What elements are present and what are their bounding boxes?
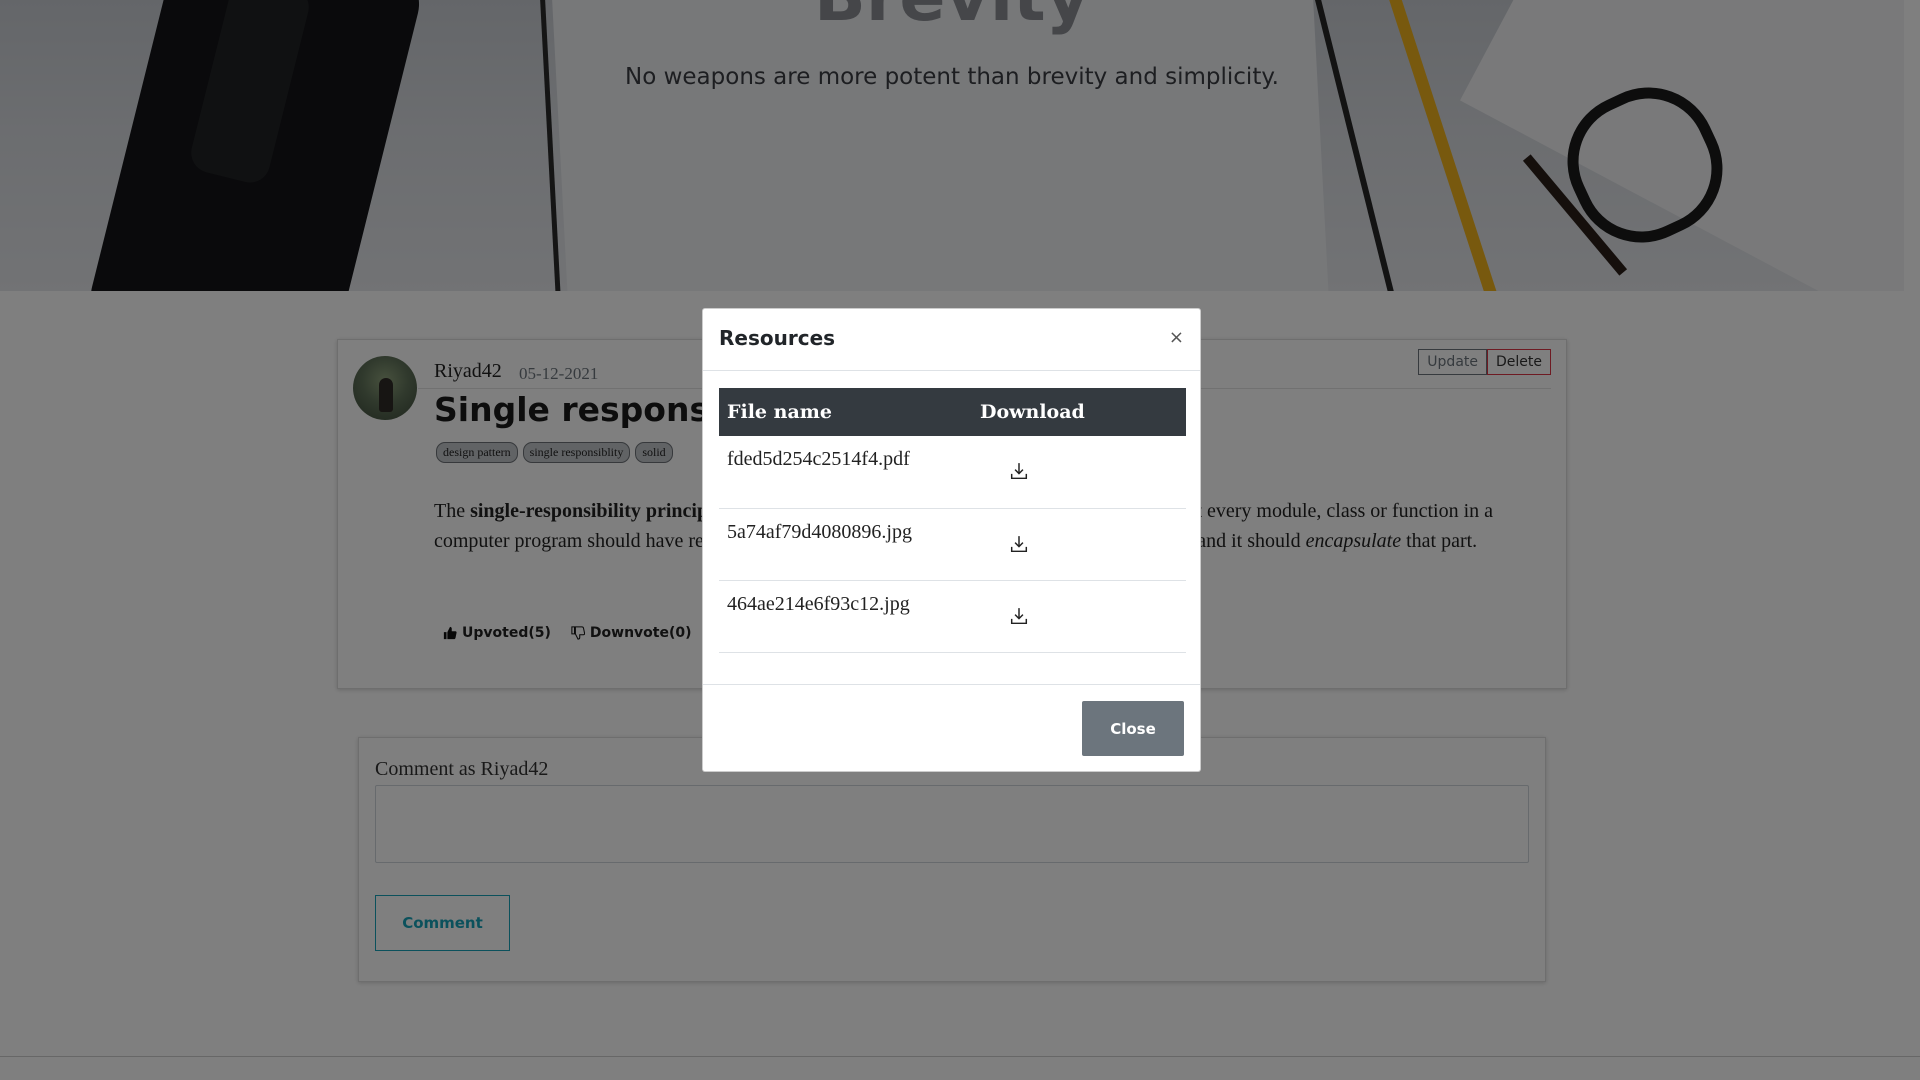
modal-footer: Close [703,684,1200,773]
close-icon[interactable]: × [1169,327,1184,348]
file-name-cell: 5a74af79d4080896.jpg [719,508,972,581]
modal-title: Resources [719,326,836,350]
download-cell [972,580,1186,653]
download-icon[interactable] [1010,462,1028,480]
resources-table: File name Download fded5d254c2514f4.pdf … [719,388,1186,653]
download-icon[interactable] [1010,607,1028,625]
table-row: 5a74af79d4080896.jpg [719,508,1186,581]
download-cell [972,508,1186,581]
resources-modal: Resources × File name Download fded5d254… [702,308,1201,772]
table-row: fded5d254c2514f4.pdf [719,436,1186,509]
download-cell [972,436,1186,509]
column-header-file-name: File name [719,388,972,436]
download-icon[interactable] [1010,535,1028,553]
file-name-cell: 464ae214e6f93c12.jpg [719,580,972,653]
table-header-row: File name Download [719,388,1186,436]
file-name-cell: fded5d254c2514f4.pdf [719,436,972,509]
close-button[interactable]: Close [1082,701,1184,756]
modal-header: Resources × [703,309,1200,371]
column-header-download: Download [972,388,1186,436]
table-row: 464ae214e6f93c12.jpg [719,580,1186,653]
